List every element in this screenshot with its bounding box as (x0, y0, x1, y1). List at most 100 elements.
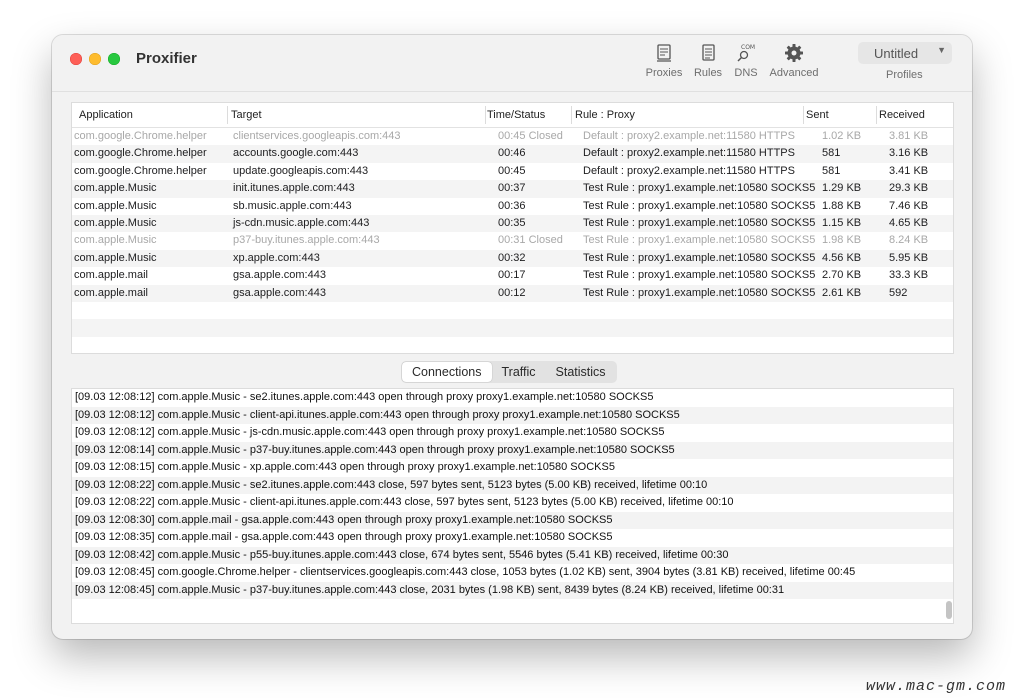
connections-table[interactable]: Application Target Time/Status Rule : Pr… (71, 102, 954, 354)
log-line[interactable]: [09.03 12:08:35] com.apple.mail - gsa.ap… (72, 529, 953, 547)
cell-received: 3.81 KB (889, 130, 929, 142)
minimize-window-button[interactable] (89, 53, 101, 65)
tab-statistics[interactable]: Statistics (546, 362, 616, 382)
table-row[interactable]: com.apple.mail gsa.apple.com:443 00:17 Test… (72, 267, 953, 284)
cell-application: com.apple.Music (74, 199, 157, 212)
window-title: Proxifier (136, 50, 197, 67)
cell-time-status: 00:35 (498, 216, 526, 229)
cell-sent: 1.15 KB (822, 216, 862, 229)
table-row[interactable]: com.apple.mail gsa.apple.com:443 00:12 Test… (72, 284, 953, 302)
cell-rule-proxy: Default : proxy2.example.net:11580 HTTPS (583, 147, 795, 160)
cell-application: com.apple.Music (74, 182, 157, 195)
cell-sent: 1.29 KB (822, 182, 862, 195)
proxies-label: Proxies (645, 67, 683, 79)
table-row[interactable]: com.apple.Music js-cdn.music.apple.com:44… (72, 214, 953, 233)
table-row[interactable]: com.apple.Music sb.music.apple.com:443 00:… (72, 198, 953, 215)
table-body: com.google.Chrome.helper clientservices.g… (72, 128, 953, 354)
cell-received: 8.24 KB (889, 234, 929, 247)
cell-rule-proxy: Test Rule : proxy1.example.net:10580 SOC… (583, 269, 816, 282)
rules-button[interactable]: Rules (690, 43, 726, 83)
tab-traffic[interactable]: Traffic (492, 362, 546, 382)
cell-sent: 2.61 KB (822, 286, 862, 299)
log-line[interactable]: [09.03 12:08:30] com.apple.mail - gsa.ap… (72, 511, 953, 529)
server-icon (644, 43, 684, 63)
cell-application: com.apple.Music (74, 251, 157, 264)
cell-time-status: 00:17 (498, 269, 526, 282)
column-divider[interactable] (227, 106, 228, 124)
cell-target: gsa.apple.com:443 (233, 286, 326, 299)
column-header-target[interactable]: Target (231, 109, 262, 121)
advanced-label: Advanced (769, 67, 819, 79)
cell-received: 4.65 KB (889, 216, 929, 229)
table-row[interactable]: com.apple.Music init.itunes.apple.com:443… (72, 180, 953, 198)
log-body: [09.03 12:08:12] com.apple.Music - se2.i… (72, 389, 953, 599)
log-line[interactable]: [09.03 12:08:12] com.apple.Music - clien… (72, 406, 953, 424)
cell-received: 3.16 KB (889, 147, 929, 160)
zoom-window-button[interactable] (108, 53, 120, 65)
table-row[interactable]: com.apple.Music p37-buy.itunes.apple.com:… (72, 232, 953, 249)
cell-rule-proxy: Test Rule : proxy1.example.net:10580 SOC… (583, 251, 816, 264)
log-line[interactable]: [09.03 12:08:42] com.apple.Music - p55-b… (72, 546, 953, 564)
column-divider[interactable] (876, 106, 877, 124)
log-line[interactable]: [09.03 12:08:45] com.apple.Music - p37-b… (72, 581, 953, 599)
cell-target: gsa.apple.com:443 (233, 269, 326, 282)
log-line[interactable]: [09.03 12:08:22] com.apple.Music - se2.i… (72, 476, 953, 494)
profiles-label: Profiles (886, 69, 923, 81)
cell-sent: 1.88 KB (822, 199, 862, 212)
log-line[interactable]: [09.03 12:08:45] com.google.Chrome.helpe… (72, 564, 953, 582)
log-line[interactable]: [09.03 12:08:22] com.apple.Music - clien… (72, 494, 953, 512)
table-row[interactable]: com.google.Chrome.helper accounts.google.… (72, 145, 953, 163)
cell-target: js-cdn.music.apple.com:443 (233, 216, 370, 229)
titlebar: Proxifier Proxies Rules COM DNS Advanced… (52, 35, 972, 92)
cell-sent: 581 (822, 164, 841, 177)
table-row[interactable]: com.google.Chrome.helper update.googleapi… (72, 163, 953, 180)
empty-row (72, 302, 953, 319)
tab-connections[interactable]: Connections (402, 362, 492, 382)
table-row[interactable]: com.apple.Music xp.apple.com:443 00:32 Test… (72, 249, 953, 268)
cell-time-status: 00:31 Closed (498, 234, 563, 247)
cell-sent: 581 (822, 147, 841, 160)
cell-time-status: 00:45 (498, 164, 526, 177)
proxies-button[interactable]: Proxies (644, 43, 684, 83)
cell-received: 5.95 KB (889, 251, 929, 264)
cell-application: com.apple.Music (74, 234, 157, 247)
column-divider[interactable] (803, 106, 804, 124)
cell-time-status: 00:37 (498, 182, 526, 195)
connection-log[interactable]: [09.03 12:08:12] com.apple.Music - se2.i… (71, 388, 954, 624)
log-line[interactable]: [09.03 12:08:12] com.apple.Music - js-cd… (72, 424, 953, 442)
chevron-down-icon: ▼ (937, 45, 946, 55)
column-header-received[interactable]: Received (879, 109, 925, 121)
column-header-rule-proxy[interactable]: Rule : Proxy (575, 109, 635, 121)
cell-target: clientservices.googleapis.com:443 (233, 130, 401, 142)
cell-target: p37-buy.itunes.apple.com:443 (233, 234, 380, 247)
watermark-text: www.mac-gm.com (866, 678, 1007, 695)
dns-button[interactable]: COM DNS (730, 43, 762, 83)
close-window-button[interactable] (70, 53, 82, 65)
cell-time-status: 00:12 (498, 286, 526, 299)
cell-application: com.apple.Music (74, 216, 157, 229)
profile-select[interactable]: Untitled ▼ (858, 42, 952, 64)
profile-name: Untitled (874, 46, 919, 61)
advanced-button[interactable]: Advanced (768, 43, 820, 83)
cell-rule-proxy: Test Rule : proxy1.example.net:10580 SOC… (583, 286, 816, 299)
cell-application: com.google.Chrome.helper (74, 130, 207, 142)
log-line[interactable]: [09.03 12:08:12] com.apple.Music - se2.i… (72, 389, 953, 407)
column-divider[interactable] (571, 106, 572, 124)
log-scrollbar[interactable] (946, 601, 952, 619)
proxifier-window: Proxifier Proxies Rules COM DNS Advanced… (52, 35, 972, 639)
column-header-sent[interactable]: Sent (806, 109, 829, 121)
log-line[interactable]: [09.03 12:08:15] com.apple.Music - xp.ap… (72, 459, 953, 477)
empty-row (72, 319, 953, 337)
column-divider[interactable] (485, 106, 486, 124)
cell-sent: 2.70 KB (822, 269, 862, 282)
cell-rule-proxy: Test Rule : proxy1.example.net:10580 SOC… (583, 182, 816, 195)
column-header-time-status[interactable]: Time/Status (487, 109, 545, 121)
column-header-application[interactable]: Application (79, 109, 133, 121)
cell-application: com.google.Chrome.helper (74, 164, 207, 177)
cell-target: accounts.google.com:443 (233, 147, 359, 160)
table-row[interactable]: com.google.Chrome.helper clientservices.g… (72, 128, 953, 145)
cell-received: 3.41 KB (889, 164, 929, 177)
dns-magnifier-icon: COM (730, 43, 762, 63)
log-line[interactable]: [09.03 12:08:14] com.apple.Music - p37-b… (72, 441, 953, 459)
cell-rule-proxy: Test Rule : proxy1.example.net:10580 SOC… (583, 234, 816, 247)
